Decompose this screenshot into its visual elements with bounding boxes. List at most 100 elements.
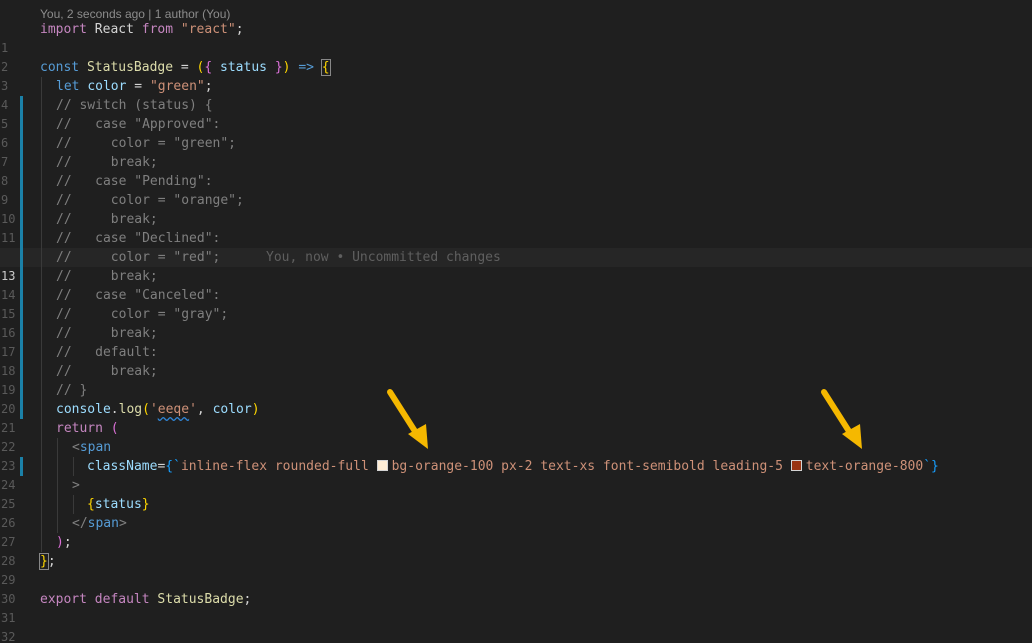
jsx-brace-close: } xyxy=(141,497,150,512)
tag-bracket: > xyxy=(72,478,80,493)
code-line-16[interactable]: 16 // color = "gray"; xyxy=(0,305,1032,340)
modified-line-indicator[interactable] xyxy=(20,343,23,362)
code-line-20[interactable]: 20 // } xyxy=(0,381,1032,416)
code-line-18[interactable]: 18 // default: xyxy=(0,343,1032,378)
code-line-12[interactable]: 12 // case "Declined": xyxy=(0,229,1032,264)
code-line-11[interactable]: 11 // break; xyxy=(0,210,1032,245)
code-line-9[interactable]: 9 // case "Pending": xyxy=(0,172,1032,207)
modified-line-indicator[interactable] xyxy=(20,134,23,153)
comment: // break; xyxy=(56,155,158,170)
indent-guide xyxy=(41,400,42,419)
modified-line-indicator[interactable] xyxy=(20,400,23,419)
modified-line-indicator[interactable] xyxy=(20,362,23,381)
indent-guide xyxy=(41,96,42,115)
comment: // color = "orange"; xyxy=(56,193,244,208)
code-line-10[interactable]: 10 // color = "orange"; xyxy=(0,191,1032,226)
code-line-8[interactable]: 8 // break; xyxy=(0,153,1032,188)
modified-line-indicator[interactable] xyxy=(20,305,23,324)
modified-line-indicator[interactable] xyxy=(20,96,23,115)
brace-close: } xyxy=(274,60,283,75)
indent-guide xyxy=(57,514,58,533)
modified-line-indicator[interactable] xyxy=(20,286,23,305)
component-name: StatusBadge xyxy=(86,60,174,75)
color-swatch-text-orange-800[interactable] xyxy=(790,460,802,471)
indent-guide xyxy=(41,210,42,229)
keyword-default: default xyxy=(94,592,150,607)
code-line-14[interactable]: 14 // break; xyxy=(0,267,1032,302)
code-line-4[interactable]: 4 let color = "green"; xyxy=(0,77,1032,112)
annotation-arrow-icon xyxy=(821,389,862,449)
code-line-13-current[interactable]: 13 // color = "red"; You, now • Uncommit… xyxy=(0,248,1032,283)
dot: . xyxy=(110,402,119,417)
variable-status: status xyxy=(94,497,142,512)
component-name: StatusBadge xyxy=(157,592,244,607)
modified-line-indicator[interactable] xyxy=(20,229,23,248)
modified-line-indicator[interactable] xyxy=(20,457,23,476)
code-line-26[interactable]: 26 {status} xyxy=(0,495,1032,530)
template-open: {` xyxy=(165,459,181,474)
comment: // } xyxy=(56,383,88,398)
keyword-from: from xyxy=(141,22,174,37)
code-line-15[interactable]: 15 // case "Canceled": xyxy=(0,286,1032,321)
comment: // case "Declined": xyxy=(56,231,221,246)
modified-line-indicator[interactable] xyxy=(20,191,23,210)
indent-guide xyxy=(41,153,42,172)
indent-guide xyxy=(57,438,58,457)
code-line-5[interactable]: 5 // switch (status) { xyxy=(0,96,1032,131)
code-line-3[interactable]: 3 const StatusBadge = ({ status }) => { xyxy=(0,58,1032,93)
modified-line-indicator[interactable] xyxy=(20,324,23,343)
comment: // break; xyxy=(56,269,158,284)
code-line-24[interactable]: 24 className={`inline-flex rounded-full … xyxy=(0,457,1032,492)
code-line-6[interactable]: 6 // case "Approved": xyxy=(0,115,1032,150)
inline-blame-annotation[interactable]: You, now • Uncommitted changes xyxy=(266,248,501,267)
semicolon: ; xyxy=(204,79,213,94)
code-line-27[interactable]: 27 </span> xyxy=(0,514,1032,549)
indent-guide xyxy=(41,267,42,286)
class-string-part-2: bg-orange-100 px-2 text-xs font-semibold… xyxy=(391,459,791,474)
code-line-32[interactable]: 32 xyxy=(0,609,1032,643)
code-editor[interactable]: You, 2 seconds ago | 1 author (You) 1 im… xyxy=(0,0,1032,643)
indent-guide xyxy=(41,476,42,495)
code-line-28[interactable]: 28 ); xyxy=(0,533,1032,568)
paren-close: ) xyxy=(282,60,291,75)
semicolon: ; xyxy=(63,535,72,550)
tag-bracket: < xyxy=(72,440,80,455)
color-swatch-bg-orange-100[interactable] xyxy=(376,460,388,471)
indent-guide xyxy=(73,457,74,476)
code-line-17[interactable]: 17 // break; xyxy=(0,324,1032,359)
tag-bracket: </ xyxy=(72,516,88,531)
comment: // color = "green"; xyxy=(56,136,237,151)
modified-line-indicator[interactable] xyxy=(20,267,23,286)
modified-line-indicator[interactable] xyxy=(20,172,23,191)
spell-check-squiggle[interactable]: eeqe xyxy=(158,402,189,417)
modified-line-indicator[interactable] xyxy=(20,210,23,229)
code-line-22[interactable]: 22 return ( xyxy=(0,419,1032,454)
keyword-const: const xyxy=(40,60,80,75)
code-line-1[interactable]: 1 import React from "react"; xyxy=(0,20,1032,55)
line-number[interactable]: 32 xyxy=(0,628,17,643)
code-line-23[interactable]: 23 <span xyxy=(0,438,1032,473)
modified-line-indicator[interactable] xyxy=(20,115,23,134)
semicolon: ; xyxy=(243,592,252,607)
code-line-21[interactable]: 21 console.log('eeqe', color) xyxy=(0,400,1032,435)
code-line-31[interactable]: 31 export default StatusBadge; xyxy=(0,590,1032,625)
comment: // case "Canceled": xyxy=(56,288,221,303)
keyword-export: export xyxy=(40,592,87,607)
method-log: log xyxy=(118,402,143,417)
comment: // color = "gray"; xyxy=(56,307,229,322)
indent-guide xyxy=(41,514,42,533)
indent-guide xyxy=(41,324,42,343)
code-line-25[interactable]: 25 > xyxy=(0,476,1032,511)
comment: // break; xyxy=(56,364,158,379)
code-line-7[interactable]: 7 // color = "green"; xyxy=(0,134,1032,169)
modified-line-indicator[interactable] xyxy=(20,381,23,400)
modified-line-indicator[interactable] xyxy=(20,248,23,267)
code-line-19[interactable]: 19 // break; xyxy=(0,362,1032,397)
code-line-30[interactable]: 30 xyxy=(0,571,1032,606)
modified-line-indicator[interactable] xyxy=(20,153,23,172)
code-line-29[interactable]: 29 }; xyxy=(0,552,1032,587)
code-line-2[interactable]: 2 xyxy=(0,39,1032,74)
string-green: "green" xyxy=(149,79,205,94)
paren-close: ) xyxy=(56,535,64,550)
comma: , xyxy=(196,402,205,417)
